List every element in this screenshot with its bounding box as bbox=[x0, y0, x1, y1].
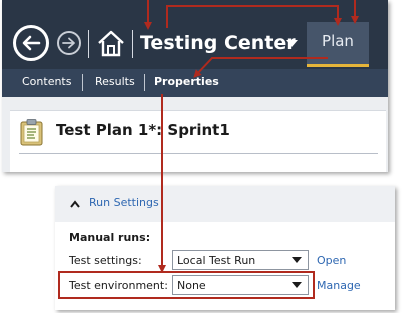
divider bbox=[19, 153, 378, 154]
subnav-separator bbox=[82, 74, 83, 91]
test-settings-select[interactable]: Local Test Run bbox=[172, 250, 309, 270]
plan-tab[interactable]: Plan bbox=[307, 22, 369, 64]
home-icon bbox=[98, 30, 124, 57]
properties-content: Test Plan 1*: Sprint1 bbox=[2, 97, 388, 172]
tab-contents[interactable]: Contents bbox=[22, 75, 71, 89]
back-button[interactable] bbox=[13, 25, 49, 61]
plan-tab-label: Plan bbox=[322, 32, 354, 50]
run-settings-toggle[interactable]: Run Settings bbox=[89, 196, 159, 209]
callout-highlight-box bbox=[58, 271, 315, 299]
toolbar-separator bbox=[132, 30, 133, 58]
dropdown-arrow-icon[interactable] bbox=[286, 40, 298, 48]
tab-results[interactable]: Results bbox=[95, 75, 135, 89]
manual-runs-heading: Manual runs: bbox=[69, 231, 151, 244]
test-manager-window: Testing Center Plan Contents Results Pro… bbox=[2, 0, 388, 172]
dropdown-arrow-icon bbox=[292, 257, 302, 263]
forward-button[interactable] bbox=[57, 31, 81, 55]
plan-subnav: Contents Results Properties bbox=[2, 69, 388, 97]
tab-properties[interactable]: Properties bbox=[154, 75, 219, 89]
arrow-left-icon bbox=[22, 35, 41, 51]
run-settings-header[interactable]: Run Settings bbox=[55, 186, 395, 222]
plan-header: Test Plan 1*: Sprint1 bbox=[10, 110, 386, 172]
test-plan-icon bbox=[20, 119, 43, 146]
toolbar-separator bbox=[88, 30, 89, 58]
arrow-right-icon bbox=[62, 37, 75, 49]
chevron-up-icon[interactable] bbox=[70, 200, 80, 208]
title-bar: Testing Center Plan bbox=[2, 0, 388, 69]
home-button[interactable] bbox=[95, 28, 127, 58]
plan-title: Test Plan 1*: Sprint1 bbox=[56, 121, 230, 139]
subnav-separator bbox=[144, 74, 145, 91]
manage-environments-link[interactable]: Manage bbox=[317, 279, 361, 292]
open-test-settings-link[interactable]: Open bbox=[317, 254, 346, 267]
center-title[interactable]: Testing Center bbox=[140, 31, 296, 55]
test-settings-label: Test settings: bbox=[69, 254, 142, 267]
plan-tab-selected-indicator bbox=[307, 64, 369, 67]
test-settings-value: Local Test Run bbox=[177, 254, 256, 267]
